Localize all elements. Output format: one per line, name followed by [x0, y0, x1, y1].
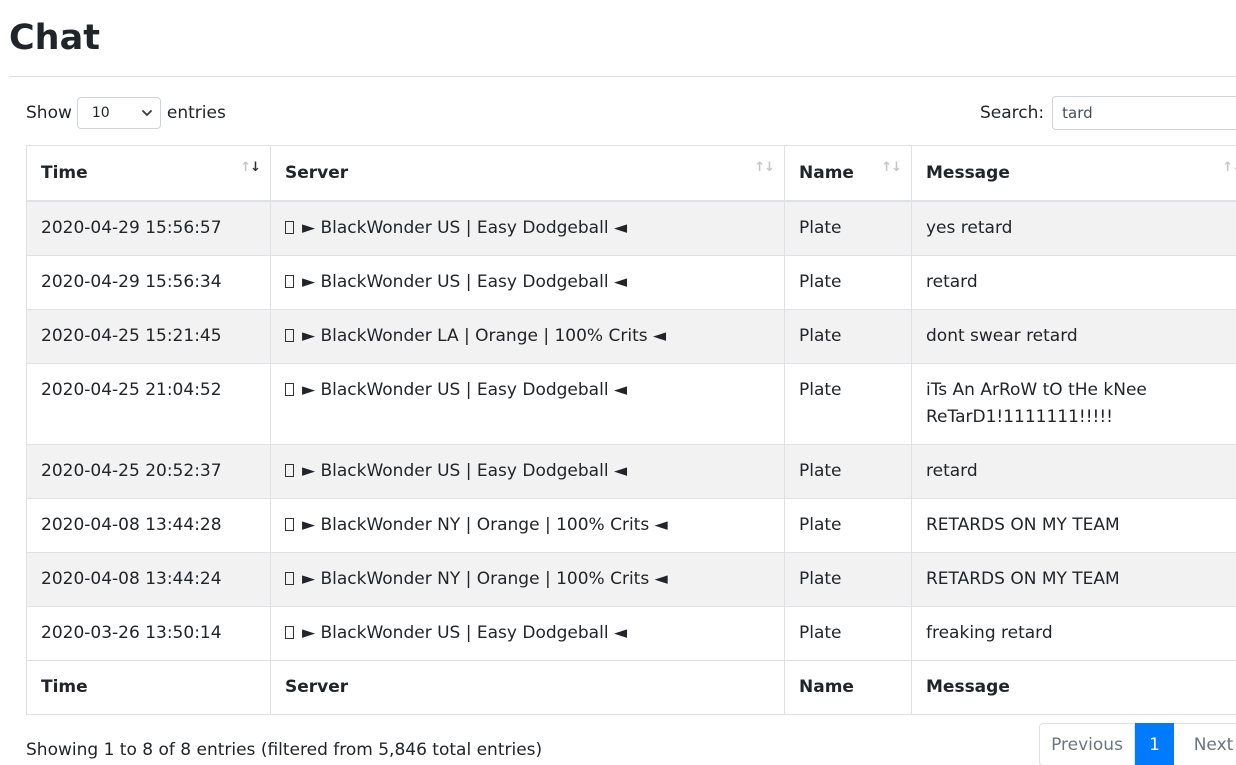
- message-cell: freaking retard: [911, 605, 1236, 661]
- missing-glyph-icon: [285, 517, 294, 531]
- sort-arrows-icon: ↑↓: [1222, 160, 1236, 175]
- pagination: Previous 1 Next: [1039, 723, 1236, 765]
- title-divider: [9, 76, 1236, 77]
- search-control: Search:: [980, 96, 1236, 130]
- search-label: Search:: [980, 103, 1045, 123]
- name-cell: Plate: [784, 443, 912, 499]
- server-cell: ► BlackWonder US | Easy Dodgeball ◄: [270, 362, 785, 445]
- previous-page-button[interactable]: Previous: [1039, 723, 1135, 765]
- name-cell: Plate: [784, 254, 912, 310]
- footer-time: Time: [26, 659, 271, 715]
- entries-label: entries: [166, 103, 226, 123]
- missing-glyph-icon: [285, 625, 294, 639]
- server-text: ► BlackWonder NY | Orange | 100% Crits ◄: [302, 514, 668, 535]
- message-cell: RETARDS ON MY TEAM: [911, 551, 1236, 607]
- sort-arrows-icon: ↑↓: [881, 160, 902, 175]
- name-cell: Plate: [784, 308, 912, 364]
- server-text: ► BlackWonder US | Easy Dodgeball ◄: [302, 460, 628, 481]
- table-row: 2020-04-25 20:52:37 ► BlackWonder US | E…: [26, 443, 1236, 499]
- chat-table: Time ↑↓ Server ↑↓ Name ↑↓ Message ↑↓: [26, 145, 1236, 715]
- server-text: ► BlackWonder US | Easy Dodgeball ◄: [302, 379, 628, 400]
- server-cell: ► BlackWonder US | Easy Dodgeball ◄: [270, 254, 785, 310]
- sort-desc-icon: ↑↓: [240, 160, 261, 175]
- chat-table-container: Time ↑↓ Server ↑↓ Name ↑↓ Message ↑↓: [26, 145, 1236, 715]
- header-name[interactable]: Name ↑↓: [784, 145, 912, 202]
- show-label: Show: [26, 103, 72, 123]
- entries-length-control: Show 10 entries: [26, 96, 226, 130]
- footer-message: Message: [911, 659, 1236, 715]
- message-cell: RETARDS ON MY TEAM: [911, 497, 1236, 553]
- header-server[interactable]: Server ↑↓: [270, 145, 785, 202]
- entries-per-page-value: 10: [91, 105, 110, 121]
- server-text: ► BlackWonder NY | Orange | 100% Crits ◄: [302, 568, 668, 589]
- time-cell: 2020-04-29 15:56:34: [26, 254, 271, 310]
- table-row: 2020-04-25 21:04:52 ► BlackWonder US | E…: [26, 362, 1236, 445]
- page-1-button[interactable]: 1: [1135, 723, 1174, 765]
- missing-glyph-icon: [285, 328, 294, 342]
- message-cell: retard: [911, 254, 1236, 310]
- server-cell: ► BlackWonder US | Easy Dodgeball ◄: [270, 605, 785, 661]
- table-footer-row: Time Server Name Message: [26, 659, 1236, 715]
- name-cell: Plate: [784, 551, 912, 607]
- next-page-button[interactable]: Next: [1174, 723, 1236, 765]
- header-server-label: Server: [285, 162, 349, 183]
- name-cell: Plate: [784, 605, 912, 661]
- table-row: 2020-03-26 13:50:14 ► BlackWonder US | E…: [26, 605, 1236, 661]
- message-cell: iTs An ArRoW tO tHe kNee ReTarD1!1111111…: [911, 362, 1236, 445]
- missing-glyph-icon: [285, 220, 294, 234]
- time-cell: 2020-04-29 15:56:57: [26, 200, 271, 256]
- server-text: ► BlackWonder US | Easy Dodgeball ◄: [302, 622, 628, 643]
- table-row: 2020-04-08 13:44:24 ► BlackWonder NY | O…: [26, 551, 1236, 607]
- time-cell: 2020-03-26 13:50:14: [26, 605, 271, 661]
- header-name-label: Name: [799, 162, 854, 183]
- name-cell: Plate: [784, 497, 912, 553]
- server-text: ► BlackWonder US | Easy Dodgeball ◄: [302, 217, 628, 238]
- time-cell: 2020-04-25 21:04:52: [26, 362, 271, 445]
- time-cell: 2020-04-25 20:52:37: [26, 443, 271, 499]
- chevron-down-icon: [141, 110, 152, 116]
- header-time-label: Time: [41, 162, 88, 183]
- server-cell: ► BlackWonder US | Easy Dodgeball ◄: [270, 443, 785, 499]
- missing-glyph-icon: [285, 382, 294, 396]
- server-text: ► BlackWonder LA | Orange | 100% Crits ◄: [302, 325, 667, 346]
- header-message[interactable]: Message ↑↓: [911, 145, 1236, 202]
- table-row: 2020-04-29 15:56:57 ► BlackWonder US | E…: [26, 200, 1236, 256]
- name-cell: Plate: [784, 200, 912, 256]
- missing-glyph-icon: [285, 274, 294, 288]
- server-cell: ► BlackWonder NY | Orange | 100% Crits ◄: [270, 497, 785, 553]
- table-row: 2020-04-25 15:21:45 ► BlackWonder LA | O…: [26, 308, 1236, 364]
- time-cell: 2020-04-08 13:44:28: [26, 497, 271, 553]
- message-cell: retard: [911, 443, 1236, 499]
- sort-arrows-icon: ↑↓: [754, 160, 775, 175]
- footer-server: Server: [270, 659, 785, 715]
- missing-glyph-icon: [285, 571, 294, 585]
- table-header-row: Time ↑↓ Server ↑↓ Name ↑↓ Message ↑↓: [26, 145, 1236, 202]
- chat-page: Chat Show 10 entries Search: Time ↑↓: [0, 0, 1236, 765]
- server-text: ► BlackWonder US | Easy Dodgeball ◄: [302, 271, 628, 292]
- footer-name: Name: [784, 659, 912, 715]
- entries-per-page-select[interactable]: 10: [76, 97, 161, 129]
- table-row: 2020-04-08 13:44:28 ► BlackWonder NY | O…: [26, 497, 1236, 553]
- missing-glyph-icon: [285, 463, 294, 477]
- message-cell: dont swear retard: [911, 308, 1236, 364]
- header-message-label: Message: [926, 162, 1010, 183]
- page-title: Chat: [9, 18, 100, 58]
- server-cell: ► BlackWonder LA | Orange | 100% Crits ◄: [270, 308, 785, 364]
- server-cell: ► BlackWonder US | Easy Dodgeball ◄: [270, 200, 785, 256]
- time-cell: 2020-04-08 13:44:24: [26, 551, 271, 607]
- server-cell: ► BlackWonder NY | Orange | 100% Crits ◄: [270, 551, 785, 607]
- table-row: 2020-04-29 15:56:34 ► BlackWonder US | E…: [26, 254, 1236, 310]
- header-time[interactable]: Time ↑↓: [26, 145, 271, 202]
- time-cell: 2020-04-25 15:21:45: [26, 308, 271, 364]
- search-input[interactable]: [1052, 96, 1236, 130]
- table-info: Showing 1 to 8 of 8 entries (filtered fr…: [26, 740, 543, 760]
- message-cell: yes retard: [911, 200, 1236, 256]
- name-cell: Plate: [784, 362, 912, 445]
